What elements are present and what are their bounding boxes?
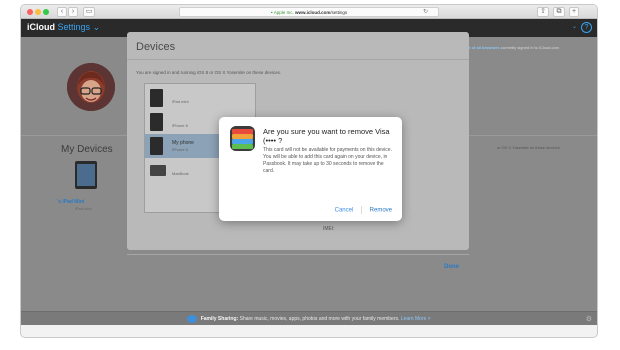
family-sharing-title: Family Sharing: [200,316,239,322]
alert-title: Are you sure you want to remove Visa (••… [263,127,390,145]
close-window-button[interactable] [27,9,33,15]
family-sharing-banner: Family Sharing: Share music, movies, app… [21,312,597,326]
chevron-down-icon: ⌄ [92,22,101,32]
laptop-icon [150,165,166,176]
chevron-right-icon: › [71,8,75,15]
ipad-icon [150,89,163,107]
browser-toolbar: ‹ › ▭ ▪ Apple Inc. www.icloud.com/settin… [21,5,597,19]
my-devices-heading: My Devices [61,144,113,155]
signout-row: Sign out of all browsers currently signe… [455,45,560,50]
alert-actions: Cancel Remove [335,206,392,214]
chevron-left-icon: ‹ [60,8,64,15]
imei-label: IMEI: [323,226,335,232]
lock-icon: ▪ [270,10,273,16]
button-separator [360,206,362,214]
share-button[interactable]: ⇧ [537,7,549,17]
forward-button[interactable]: › [68,7,78,17]
memoji-avatar-image [67,63,115,111]
ipad-device-thumbnail[interactable] [75,161,97,189]
iphone-icon [150,137,163,155]
settings-label: Settings [57,22,91,32]
device-name: My phone [172,140,194,146]
ipad-device-name[interactable]: 's iPad Mini [57,199,84,205]
settings-menu[interactable]: Settings ⌄ [58,22,101,32]
family-sharing-text: Share music, movies, apps, photos and mo… [239,316,400,322]
devices-dialog-title: Devices [136,41,176,53]
device-model: iPhone 6 [172,123,188,128]
sidebar-button[interactable]: ▭ [83,7,95,17]
learn-more-link[interactable]: Learn More > [401,316,431,322]
dialog-footer-divider [127,254,469,255]
devices-dialog-subtitle: You are signed in and running iOS 8 or O… [136,70,282,75]
share-icon: ⇧ [540,8,546,15]
dialog-divider [127,59,469,60]
url-owner: Apple Inc. [273,10,294,15]
new-tab-button[interactable]: + [569,7,579,17]
ipad-screen [77,164,95,186]
url-domain: www.icloud.com [294,10,331,15]
remove-card-alert: Are you sure you want to remove Visa (••… [219,117,402,221]
plus-icon: + [571,8,577,15]
family-sharing-icon [187,314,198,323]
device-model: iPhone 6 [172,147,188,152]
remove-button[interactable]: Remove [370,208,392,214]
gear-icon[interactable]: ⚙ [586,315,592,323]
signout-desc: currently signed in to iCloud.com [500,45,559,50]
ipad-device-model: iPad mini [75,206,92,211]
iphone-icon [150,113,163,131]
alert-message: This card will not be available for paym… [263,147,392,174]
footer-bar: Family Sharing: Share music, movies, app… [21,311,597,325]
app-name: iCloud [27,22,55,32]
address-bar[interactable]: ▪ Apple Inc. www.icloud.com/settings ↻ [179,7,439,17]
cancel-button[interactable]: Cancel [335,208,354,214]
device-model: iPad mini [172,99,189,104]
background-desc-text: or OS X Yosemite on these devices. [497,145,561,150]
account-menu-chevron-icon[interactable]: ⌄ [572,23,577,30]
tabs-icon: ⧉ [556,8,562,15]
wallet-card-green [232,144,253,149]
done-button[interactable]: Done [444,264,459,270]
tabs-button[interactable]: ⧉ [553,7,565,17]
help-icon[interactable]: ? [581,22,592,33]
app-title: iCloud Settings ⌄ [27,22,100,33]
back-button[interactable]: ‹ [57,7,67,17]
maximize-window-button[interactable] [43,9,49,15]
avatar[interactable] [67,63,115,111]
device-model: MacBook [172,171,189,176]
passbook-wallet-icon [230,126,255,151]
sidebar-icon: ▭ [85,8,93,15]
minimize-window-button[interactable] [35,9,41,15]
url-path: /settings [330,10,348,15]
device-row[interactable]: iPad mini [145,86,255,110]
reload-icon[interactable]: ↻ [423,8,428,17]
